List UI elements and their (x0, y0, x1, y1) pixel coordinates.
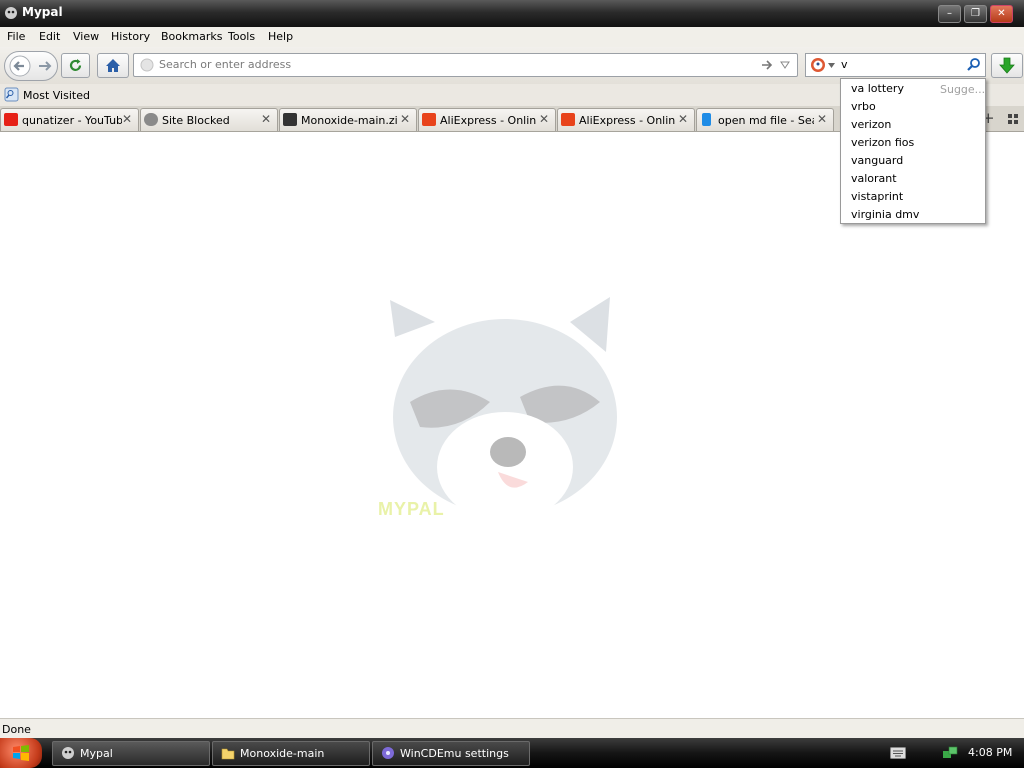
window-title: Mypal (22, 5, 63, 19)
tab-label: AliExpress - Onlin... (440, 114, 536, 127)
tab-close-icon[interactable]: ✕ (261, 112, 271, 126)
menu-help[interactable]: Help (268, 30, 293, 43)
globe-icon (144, 113, 158, 126)
taskbar-item-label: Mypal (80, 747, 113, 760)
home-button[interactable] (97, 53, 129, 78)
search-suggestions-popup: Sugge... va lottery vrbo verizon verizon… (840, 78, 986, 224)
back-arrow-icon[interactable] (9, 55, 31, 77)
windows-logo-icon (13, 745, 29, 761)
most-visited-label: Most Visited (23, 89, 90, 102)
history-dropdown-icon[interactable] (780, 61, 790, 69)
suggestion-item[interactable]: vrbo (851, 100, 876, 113)
address-placeholder: Search or enter address (159, 58, 292, 71)
engine-dropdown-icon[interactable] (828, 63, 835, 68)
menu-history[interactable]: History (111, 30, 150, 43)
maximize-button[interactable]: ❐ (964, 5, 987, 23)
menu-file[interactable]: File (7, 30, 25, 43)
taskbar-item-mypal[interactable]: Mypal (52, 741, 210, 766)
tab-youtube[interactable]: qunatizer - YouTube ✕ (0, 108, 139, 131)
menu-edit[interactable]: Edit (39, 30, 60, 43)
keyboard-icon[interactable] (890, 747, 906, 759)
tab-close-icon[interactable]: ✕ (539, 112, 549, 126)
tab-close-icon[interactable]: ✕ (678, 112, 688, 126)
suggestion-item[interactable]: va lottery (851, 82, 904, 95)
minimize-button[interactable]: – (938, 5, 961, 23)
search-icon[interactable] (966, 57, 981, 72)
menu-tools[interactable]: Tools (228, 30, 255, 43)
duckduckgo-icon[interactable] (810, 57, 826, 73)
page-identity-icon (140, 58, 154, 72)
close-button[interactable]: ✕ (990, 5, 1013, 23)
suggestion-item[interactable]: valorant (851, 172, 897, 185)
menu-bookmarks[interactable]: Bookmarks (161, 30, 222, 43)
status-text: Done (2, 723, 31, 736)
reload-icon (69, 59, 82, 72)
folder-icon (221, 748, 235, 760)
reload-button[interactable] (61, 53, 90, 78)
tab-aliexpress-2[interactable]: AliExpress - Onlin... ✕ (557, 108, 695, 131)
go-arrow-icon[interactable] (761, 59, 773, 71)
taskbar-item-label: WinCDEmu settings (400, 747, 509, 760)
home-icon (106, 59, 120, 72)
aliexpress-icon (561, 113, 575, 126)
suggestions-header: Sugge... (940, 83, 986, 96)
list-all-tabs-icon[interactable] (1007, 113, 1019, 125)
download-arrow-icon (999, 57, 1015, 74)
aliexpress-icon (422, 113, 436, 126)
forward-arrow-icon[interactable] (37, 59, 53, 73)
start-button[interactable] (0, 738, 42, 768)
youtube-icon (4, 113, 18, 126)
tab-label: Monoxide-main.zi... (301, 114, 397, 127)
suggestion-item[interactable]: vanguard (851, 154, 903, 167)
mypal-wordmark: MYPAL (378, 499, 445, 519)
tab-label: Site Blocked (162, 114, 230, 127)
network-icon[interactable] (942, 745, 958, 761)
status-bar: Done (0, 718, 1024, 739)
taskbar: Mypal Monoxide-main WinCDEmu settings 4:… (0, 738, 1024, 768)
tab-monoxide-zip[interactable]: Monoxide-main.zi... ✕ (279, 108, 417, 131)
wincdemu-icon (382, 747, 394, 759)
github-icon (283, 113, 297, 126)
tab-site-blocked[interactable]: Site Blocked ✕ (140, 108, 278, 131)
tab-label: open md file - Sea... (718, 114, 814, 127)
tab-close-icon[interactable]: ✕ (400, 112, 410, 126)
mypal-icon (5, 7, 17, 19)
suggestion-item[interactable]: vistaprint (851, 190, 903, 203)
menu-view[interactable]: View (73, 30, 99, 43)
taskbar-item-wincdemu[interactable]: WinCDEmu settings (372, 741, 530, 766)
suggestion-item[interactable]: verizon fios (851, 136, 914, 149)
taskbar-item-label: Monoxide-main (240, 747, 325, 760)
downloads-button[interactable] (991, 53, 1023, 78)
tab-label: qunatizer - YouTube (22, 114, 122, 127)
mypal-icon (62, 747, 74, 759)
bing-icon (702, 113, 711, 126)
title-bar: Mypal – ❐ ✕ (0, 0, 1024, 27)
tab-close-icon[interactable]: ✕ (817, 112, 827, 126)
search-bar[interactable]: v (805, 53, 986, 77)
back-forward-group (4, 51, 58, 81)
tab-label: AliExpress - Onlin... (579, 114, 675, 127)
suggestion-item[interactable]: verizon (851, 118, 891, 131)
tab-bing-search[interactable]: open md file - Sea... ✕ (696, 108, 834, 131)
tab-close-icon[interactable]: ✕ (122, 112, 132, 126)
menu-bar: File Edit View History Bookmarks Tools H… (0, 27, 1024, 47)
suggestion-item[interactable]: virginia dmv (851, 208, 919, 221)
bookmark-folder-icon (4, 87, 19, 102)
raccoon-logo-icon (390, 297, 617, 522)
system-clock[interactable]: 4:08 PM (968, 746, 1012, 759)
address-bar[interactable]: Search or enter address (133, 53, 798, 77)
search-input-value: v (841, 58, 848, 71)
taskbar-item-monoxide[interactable]: Monoxide-main (212, 741, 370, 766)
tab-aliexpress-1[interactable]: AliExpress - Onlin... ✕ (418, 108, 556, 131)
